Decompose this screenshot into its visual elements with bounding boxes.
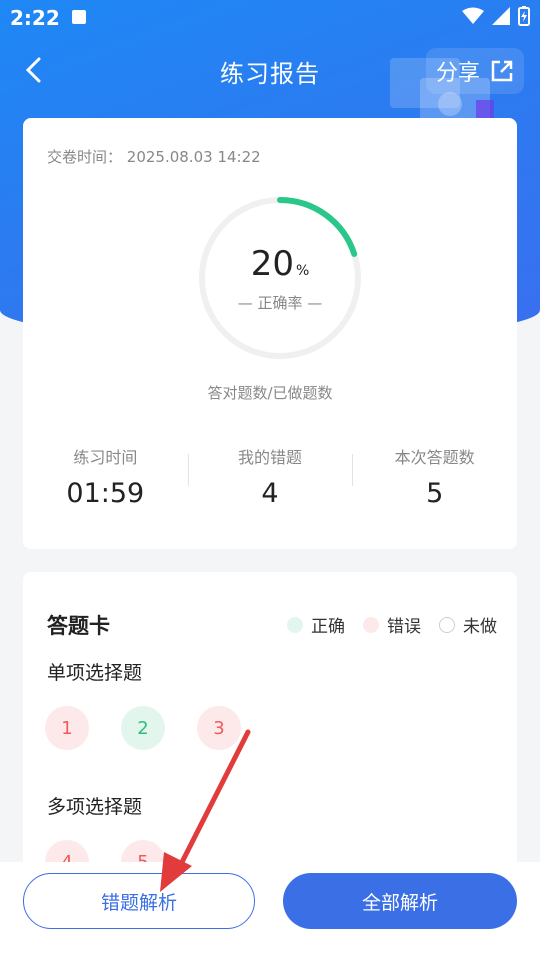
correct-dot-icon bbox=[287, 616, 303, 633]
submit-time-label: 交卷时间： bbox=[47, 148, 123, 166]
accuracy-value: 20 bbox=[250, 244, 294, 284]
submit-time-value: 2025.08.03 14:22 bbox=[126, 148, 261, 166]
section-single-choice: 单项选择题 bbox=[47, 662, 143, 684]
question-2[interactable]: 2 bbox=[121, 706, 165, 750]
wrong-dot-icon bbox=[363, 616, 379, 633]
undone-dot-icon bbox=[439, 616, 455, 633]
stat-value: 5 bbox=[426, 478, 444, 509]
notification-icon bbox=[72, 10, 86, 24]
stat-value: 4 bbox=[261, 478, 279, 509]
section-multi-choice: 多项选择题 bbox=[47, 796, 143, 818]
question-1[interactable]: 1 bbox=[45, 706, 89, 750]
wrong-analysis-button[interactable]: 错题解析 bbox=[23, 873, 255, 929]
signal-icon bbox=[492, 7, 510, 25]
accuracy-label: — 正确率 — bbox=[237, 294, 323, 312]
stat-answer-count: 本次答题数 5 bbox=[352, 438, 517, 518]
status-icons bbox=[462, 6, 530, 26]
legend: 正确 错误 未做 bbox=[287, 612, 497, 637]
battery-icon bbox=[518, 6, 530, 26]
legend-correct-label: 正确 bbox=[311, 617, 345, 637]
status-time: 2:22 bbox=[10, 6, 60, 30]
nav-bar: 练习报告 分享 bbox=[0, 40, 540, 100]
accuracy-unit: % bbox=[295, 263, 310, 279]
stat-label: 本次答题数 bbox=[394, 448, 475, 467]
status-bar: 2:22 bbox=[0, 0, 540, 36]
legend-wrong: 错误 bbox=[363, 612, 421, 637]
stat-label: 我的错题 bbox=[238, 448, 303, 467]
question-3[interactable]: 3 bbox=[197, 706, 241, 750]
legend-correct: 正确 bbox=[287, 612, 345, 637]
share-label: 分享 bbox=[435, 61, 480, 86]
stat-my-wrong: 我的错题 4 bbox=[187, 438, 353, 518]
wifi-icon bbox=[462, 7, 484, 24]
report-card: 交卷时间： 2025.08.03 14:22 20% — 正确率 — 答对题数/… bbox=[23, 118, 517, 549]
submit-time: 交卷时间： 2025.08.03 14:22 bbox=[47, 146, 261, 167]
footer-bar: 错题解析 全部解析 bbox=[0, 862, 540, 960]
stat-value: 01:59 bbox=[66, 478, 145, 509]
stat-practice-time: 练习时间 01:59 bbox=[23, 438, 188, 518]
ring-caption: 答对题数/已做题数 bbox=[207, 384, 333, 402]
stat-label: 练习时间 bbox=[73, 448, 138, 467]
single-choice-questions: 1 2 3 bbox=[45, 706, 241, 750]
answer-sheet-title: 答题卡 bbox=[47, 614, 110, 638]
external-link-icon bbox=[491, 60, 513, 82]
share-button[interactable]: 分享 bbox=[425, 48, 524, 94]
all-analysis-button[interactable]: 全部解析 bbox=[283, 873, 517, 929]
stats-row: 练习时间 01:59 我的错题 4 本次答题数 5 bbox=[23, 438, 517, 518]
legend-wrong-label: 错误 bbox=[387, 617, 421, 637]
accuracy-ring: 20% — 正确率 — bbox=[198, 196, 362, 360]
legend-undone: 未做 bbox=[439, 612, 497, 637]
legend-undone-label: 未做 bbox=[463, 617, 497, 637]
accuracy-rate: 20% bbox=[198, 244, 362, 284]
